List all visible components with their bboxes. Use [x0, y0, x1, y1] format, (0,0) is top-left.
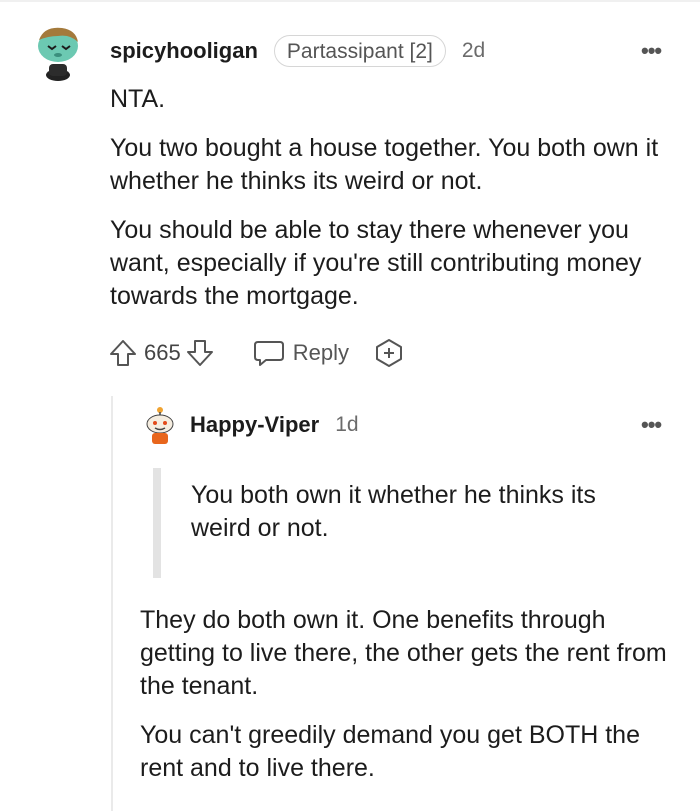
reply-username[interactable]: Happy-Viper [190, 412, 319, 438]
comment-body: NTA. You two bought a house together. Yo… [110, 83, 680, 329]
top-divider [0, 0, 700, 2]
blockquote-bar [153, 468, 161, 578]
blockquote-text: You both own it whether he thinks its we… [191, 481, 596, 542]
comment-paragraph: NTA. [110, 85, 166, 113]
vote-score: 665 [144, 340, 181, 365]
comment-paragraph: You should be able to stay there wheneve… [110, 216, 642, 310]
comment-username[interactable]: spicyhooligan [110, 38, 258, 64]
more-options-icon[interactable]: ••• [641, 38, 662, 64]
comment-actions: 665 Reply [108, 336, 405, 370]
award-plus-icon[interactable] [373, 337, 405, 369]
reply-paragraph: You can't greedily demand you get BOTH t… [140, 721, 640, 782]
thread-line[interactable] [111, 396, 113, 811]
reply-button[interactable]: Reply [253, 338, 349, 368]
comment-paragraph: You two bought a house together. You bot… [110, 134, 659, 195]
more-options-icon[interactable]: ••• [641, 412, 662, 438]
user-flair: Partassipant [2] [273, 35, 446, 67]
comment-age: 2d [461, 39, 486, 62]
downvote-arrow-icon[interactable] [185, 338, 215, 368]
upvote-arrow-icon[interactable] [108, 338, 138, 368]
speech-bubble-icon [253, 338, 285, 368]
snoo-avatar-icon[interactable] [34, 24, 82, 82]
reply-paragraph: They do both own it. One benefits throug… [140, 606, 667, 700]
reply-age: 1d [335, 413, 359, 436]
reply-meta: Happy-Viper 1d [190, 410, 359, 440]
comment-meta: spicyhooligan Partassipant [2] 2d [110, 35, 485, 67]
snoo-avatar-icon[interactable] [143, 406, 177, 446]
reply-body: They do both own it. One benefits throug… [140, 604, 685, 801]
reply-label: Reply [292, 340, 349, 365]
